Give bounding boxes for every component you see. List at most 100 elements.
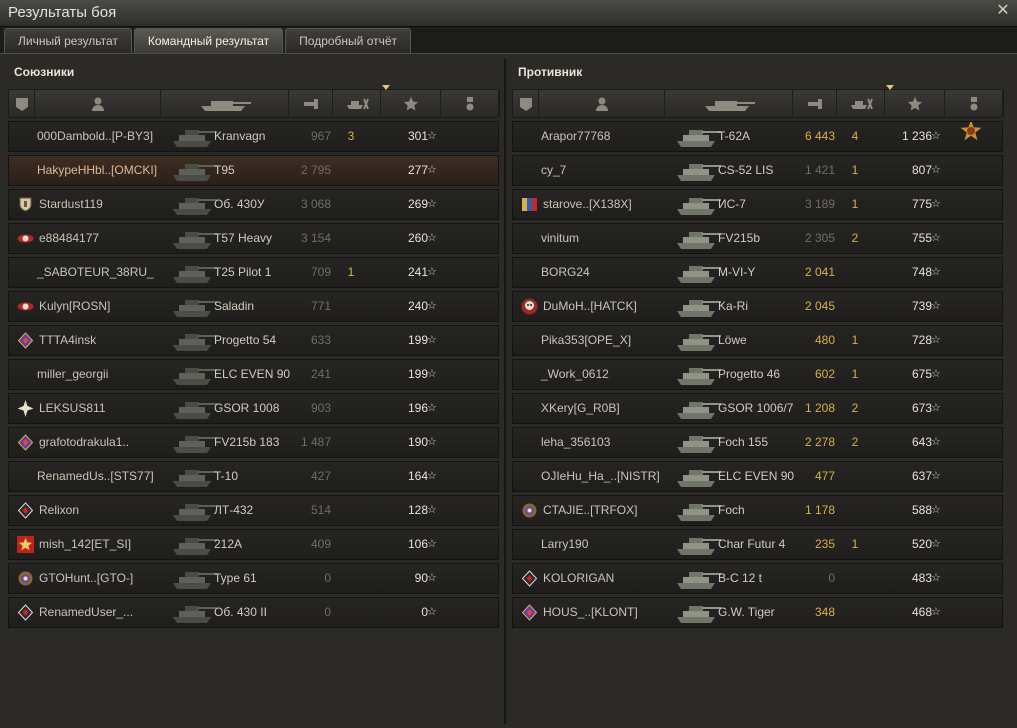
player-row[interactable]: cy_7 CS-52 LIS 1 421 1 807 ☆	[512, 155, 1003, 186]
player-row[interactable]: HakypeHHbl..[OMCKI] T95 2 795 277 ☆	[8, 155, 499, 186]
player-name: LEKSUS811	[39, 401, 106, 415]
player-row[interactable]: RenamedUs..[STS77] T-10 427 164 ☆	[8, 461, 499, 492]
tank-icon	[701, 96, 757, 112]
player-row[interactable]: HOUS_..[KLONT] G.W. Tiger 348 468 ☆	[512, 597, 1003, 628]
clan-emblem-icon	[521, 502, 538, 519]
xp-star-icon: ☆	[931, 572, 941, 584]
achievement-cell	[452, 462, 482, 491]
player-row[interactable]: miller_georgii ELC EVEN 90 241 199 ☆	[8, 359, 499, 390]
player-row[interactable]: RenamedUser_... Об. 430 II 0 0 ☆	[8, 597, 499, 628]
damage-value: 409	[310, 537, 331, 551]
achievement-cell	[956, 496, 986, 525]
player-row[interactable]: vinitum FV215b 2 305 2 755 ☆	[512, 223, 1003, 254]
allies-header-xp-star-column[interactable]	[381, 90, 441, 117]
player-name: Larry190	[541, 537, 589, 551]
player-row[interactable]: LEKSUS811 GSOR 1008 903 196 ☆	[8, 393, 499, 424]
achievement-cell	[956, 326, 986, 355]
player-row[interactable]: GTOHunt..[GTO-] Type 61 0 90 ☆	[8, 563, 499, 594]
player-row[interactable]: TTTA4insk Progetto 54 633 199 ☆	[8, 325, 499, 356]
xp-star-icon	[403, 96, 419, 112]
xp-star-icon: ☆	[931, 470, 941, 482]
player-row[interactable]: leha_356103 Foch 155 2 278 2 643 ☆	[512, 427, 1003, 458]
allies-header-damage-column[interactable]	[289, 90, 333, 117]
frags-value	[843, 598, 867, 627]
player-row[interactable]: 000Dambold..[P-BY3] Kranvagn 967 3 301 ☆	[8, 121, 499, 152]
tab-personal-result[interactable]: Личный результат	[4, 28, 132, 53]
achievement-cell	[452, 156, 482, 185]
player-name: Relixon	[39, 503, 80, 517]
player-row[interactable]: starove..[X138X] ИС-7 3 189 1 775 ☆	[512, 189, 1003, 220]
player-row[interactable]: Relixon ЛТ-432 514 128 ☆	[8, 495, 499, 526]
tab-team-result[interactable]: Командный результат	[133, 28, 284, 53]
medal-icon[interactable]	[960, 122, 982, 151]
achievement-cell	[452, 360, 482, 389]
enemies-header-squad-column[interactable]	[513, 90, 539, 117]
player-row[interactable]: Pika353[OPE_X] Löwe 480 1 728 ☆	[512, 325, 1003, 356]
damage-value: 1 178	[804, 503, 835, 517]
player-row[interactable]: _SABOTEUR_38RU_ T25 Pilot 1 709 1 241 ☆	[8, 257, 499, 288]
player-row[interactable]: CTAJIE..[TRFOX] Foch 1 178 588 ☆	[512, 495, 1003, 526]
allies-header-frags-column[interactable]	[333, 90, 381, 117]
player-row[interactable]: Larry190 Char Futur 4 235 1 520 ☆	[512, 529, 1003, 560]
enemies-header-xp-star-column[interactable]	[885, 90, 945, 117]
tank-image	[171, 224, 219, 253]
frags-value	[843, 496, 867, 525]
frags-value: 1	[851, 367, 859, 381]
close-icon[interactable]: ✕	[994, 2, 1012, 20]
player-name-cell: _SABOTEUR_38RU_	[17, 258, 192, 287]
tank-image	[675, 496, 723, 525]
allies-header-squad-column[interactable]	[9, 90, 35, 117]
enemies-header-damage-column[interactable]	[793, 90, 837, 117]
frags-icon	[345, 96, 369, 112]
player-row[interactable]: DuMoH..[HATCK] Ka-Ri 2 045 739 ☆	[512, 291, 1003, 322]
achievement-cell	[452, 224, 482, 253]
player-row[interactable]: Arapor77768 T-62A 6 443 4 1 236 ☆	[512, 121, 1003, 152]
xp-star-icon: ☆	[931, 164, 941, 176]
xp-star-icon	[907, 96, 923, 112]
enemies-rows: Arapor77768 T-62A 6 443 4 1 236 ☆ cy_7 CS-52 …	[512, 121, 1003, 631]
player-row[interactable]: BORG24 M-VI-Y 2 041 748 ☆	[512, 257, 1003, 288]
frags-value	[339, 530, 363, 559]
allies-header-player-column[interactable]	[35, 90, 161, 117]
achievement-cell	[452, 598, 482, 627]
tank-image	[171, 530, 219, 559]
damage-value: 2 041	[804, 265, 835, 279]
player-row[interactable]: grafotodrakula1.. FV215b 183 1 487 190 ☆	[8, 427, 499, 458]
player-row[interactable]: KOLORIGAN B-C 12 t 0 483 ☆	[512, 563, 1003, 594]
player-row[interactable]: e88484177 T57 Heavy 3 154 260 ☆	[8, 223, 499, 254]
clan-emblem-icon	[17, 502, 34, 519]
enemies-header-player-column[interactable]	[539, 90, 665, 117]
player-name-cell: Arapor77768	[521, 122, 696, 151]
xp-star-icon: ☆	[427, 538, 437, 550]
tank-image	[171, 122, 219, 151]
achievement-cell	[452, 122, 482, 151]
tank-image	[675, 122, 723, 151]
window-titlebar: Результаты боя ✕	[0, 0, 1017, 27]
player-row[interactable]: Kulyn[ROSN] Saladin 771 240 ☆	[8, 291, 499, 322]
player-name: vinitum	[541, 231, 580, 245]
player-row[interactable]: XKery[G_R0B] GSOR 1006/7 1 208 2 673 ☆	[512, 393, 1003, 424]
allies-header-tank-column[interactable]	[161, 90, 289, 117]
enemies-header-tank-column[interactable]	[665, 90, 793, 117]
frags-value: 2	[851, 231, 859, 245]
xp-star-icon: ☆	[427, 198, 437, 210]
player-row[interactable]: OJIeHu_Ha_..[NISTR] ELC EVEN 90 477 637 ☆	[512, 461, 1003, 492]
enemies-header-frags-column[interactable]	[837, 90, 885, 117]
tank-image	[171, 394, 219, 423]
player-name-cell: BORG24	[521, 258, 696, 287]
xp-star-icon: ☆	[427, 266, 437, 278]
player-row[interactable]: _Work_0612 Progetto 46 602 1 675 ☆	[512, 359, 1003, 390]
allies-header-achievement-column[interactable]	[441, 90, 500, 117]
player-name: cy_7	[541, 163, 567, 177]
frags-value	[843, 292, 867, 321]
player-row[interactable]: mish_142[ET_SI] 212A 409 106 ☆	[8, 529, 499, 560]
player-row[interactable]: Stardust119 Об. 430У 3 068 269 ☆	[8, 189, 499, 220]
tab-detailed-report[interactable]: Подробный отчёт	[285, 28, 412, 53]
player-name: Pika353[OPE_X]	[541, 333, 632, 347]
achievement-cell	[956, 428, 986, 457]
xp-star-icon: ☆	[931, 266, 941, 278]
player-name-cell: LEKSUS811	[17, 394, 192, 423]
tank-image	[675, 462, 723, 491]
enemies-header-achievement-column[interactable]	[945, 90, 1004, 117]
xp-star-icon: ☆	[427, 470, 437, 482]
